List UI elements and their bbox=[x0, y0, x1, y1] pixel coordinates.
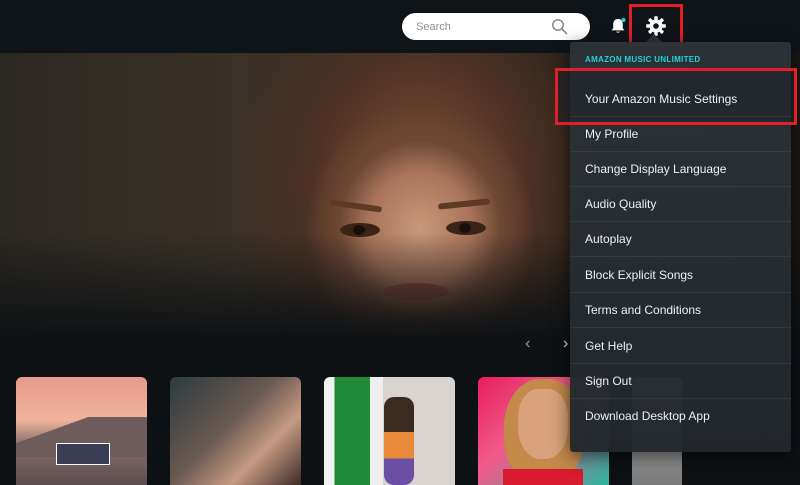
album-tile[interactable] bbox=[16, 377, 147, 485]
menu-item-label: Get Help bbox=[585, 339, 633, 353]
album-art-sign bbox=[56, 443, 110, 465]
menu-item-label: Autoplay bbox=[585, 232, 632, 246]
menu-item-audio-quality[interactable]: Audio Quality bbox=[570, 187, 791, 222]
hero-image-detail bbox=[437, 198, 491, 210]
album-tile[interactable] bbox=[170, 377, 301, 485]
menu-item-label: Sign Out bbox=[585, 374, 632, 388]
album-art-detail bbox=[503, 469, 583, 485]
menu-item-label: Block Explicit Songs bbox=[585, 268, 694, 282]
menu-item-get-help[interactable]: Get Help bbox=[570, 329, 791, 364]
hero-image-detail bbox=[329, 199, 383, 213]
carousel-prev-button[interactable]: ‹ bbox=[525, 335, 530, 353]
menu-item-label: My Profile bbox=[585, 127, 639, 141]
menu-item-label: Change Display Language bbox=[585, 162, 727, 176]
menu-header: AMAZON MUSIC UNLIMITED bbox=[585, 55, 701, 64]
dropdown-caret bbox=[646, 34, 662, 42]
album-tile[interactable] bbox=[324, 377, 455, 485]
album-art-detail bbox=[384, 397, 414, 485]
menu-item-autoplay[interactable]: Autoplay bbox=[570, 222, 791, 257]
menu-item-sign-out[interactable]: Sign Out bbox=[570, 364, 791, 399]
search-input[interactable] bbox=[416, 13, 556, 40]
menu-item-label: Terms and Conditions bbox=[585, 303, 702, 317]
search-icon[interactable] bbox=[551, 18, 568, 35]
menu-item-change-display-language[interactable]: Change Display Language bbox=[570, 152, 791, 187]
carousel-next-button[interactable]: › bbox=[563, 335, 568, 353]
bell-icon[interactable] bbox=[608, 16, 628, 36]
menu-item-download-desktop-app[interactable]: Download Desktop App bbox=[570, 399, 791, 434]
menu-item-block-explicit-songs[interactable]: Block Explicit Songs bbox=[570, 258, 791, 293]
menu-item-my-profile[interactable]: My Profile bbox=[570, 117, 791, 152]
album-art-detail bbox=[518, 389, 568, 459]
menu-item-terms-and-conditions[interactable]: Terms and Conditions bbox=[570, 293, 791, 328]
menu-item-label: Your Amazon Music Settings bbox=[585, 92, 738, 106]
menu-item-label: Audio Quality bbox=[585, 197, 657, 211]
menu-item-amazon-music-settings[interactable]: Your Amazon Music Settings bbox=[570, 82, 791, 117]
menu-item-label: Download Desktop App bbox=[585, 409, 710, 423]
